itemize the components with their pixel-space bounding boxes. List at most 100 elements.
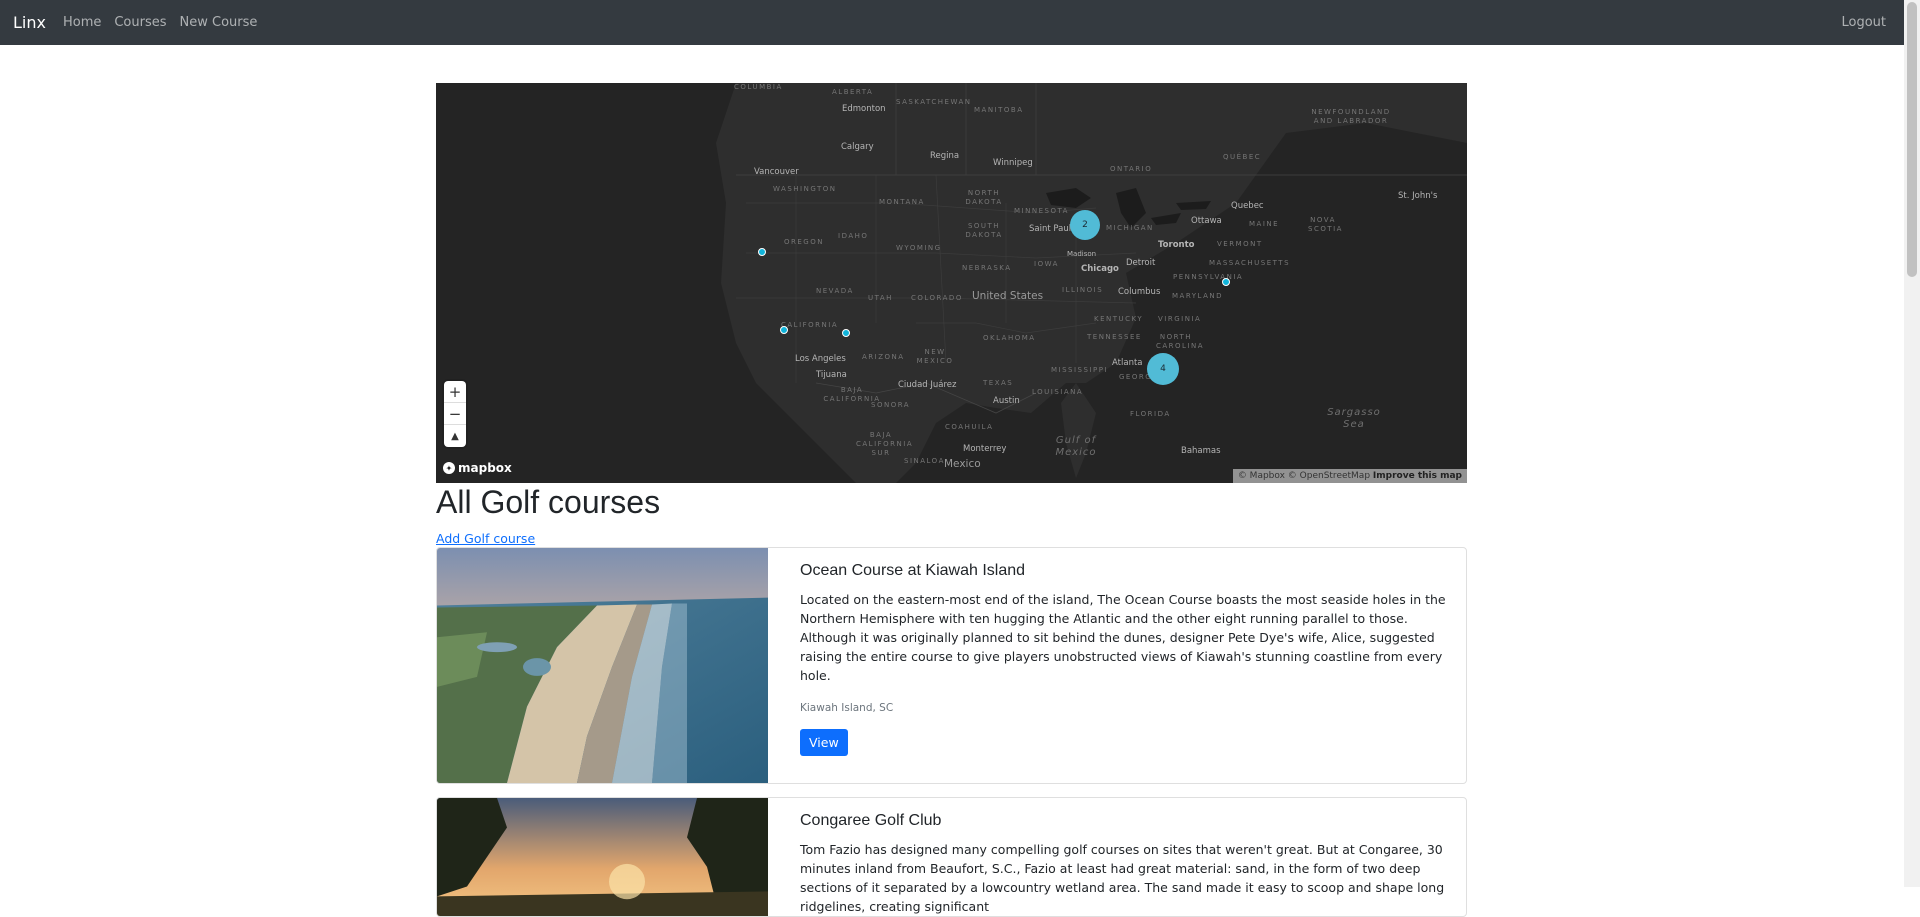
map-point-marker[interactable] (842, 329, 850, 337)
course-description: Tom Fazio has designed many compelling g… (800, 842, 1445, 914)
map-label: Mexico (944, 458, 981, 470)
map-label: IOWA (1034, 260, 1059, 268)
add-golf-course-link[interactable]: Add Golf course (436, 531, 535, 546)
map-label: VIRGINIA (1158, 315, 1202, 323)
map-label: ARIZONA (862, 353, 905, 361)
course-title: Ocean Course at Kiawah Island (800, 562, 1026, 579)
map-label: Monterrey (963, 444, 1007, 454)
map-label: Winnipeg (993, 158, 1033, 168)
course-card-body: Congaree Golf Club Tom Fazio has designe… (800, 812, 1448, 916)
map-label: Toronto (1158, 240, 1195, 250)
map-label: PENNSYLVANIA (1173, 273, 1244, 281)
map-label: NEVADA (816, 287, 854, 295)
improve-map-link[interactable]: Improve this map (1373, 471, 1462, 481)
map-label: COAHUILA (945, 423, 994, 431)
map-label: FLORIDA (1130, 410, 1171, 418)
map-label: SONORA (871, 401, 911, 409)
map-label: MARYLAND (1172, 292, 1223, 300)
map-label: United States (972, 290, 1044, 302)
map-label: Madison (1067, 250, 1097, 258)
page-title: All Golf courses (436, 484, 661, 520)
map-label: COLORADO (911, 294, 963, 302)
map-label: St. John's (1398, 191, 1438, 201)
compass-reset-button[interactable]: ▲ (444, 425, 466, 447)
map-label: Tijuana (816, 370, 847, 380)
map-label: Ottawa (1191, 216, 1222, 226)
map-label: MAINE (1249, 220, 1280, 228)
course-card-body: Ocean Course at Kiawah Island Located on… (800, 562, 1448, 756)
mapbox-logo-text: mapbox (458, 461, 512, 475)
mapbox-logo[interactable]: ✦ mapbox (443, 461, 512, 475)
course-description: Located on the eastern-most end of the i… (800, 592, 1446, 683)
map-label: MONTANA (879, 198, 925, 206)
map-label: BAJA CALIFORNIA SUR (856, 431, 914, 457)
map-label: Atlanta (1112, 358, 1143, 368)
scrollbar-thumb[interactable] (1907, 2, 1917, 277)
map-label: Chicago (1081, 264, 1119, 274)
map-label: NORTH CAROLINA (1156, 333, 1205, 350)
map-label: QUÉBEC (1223, 153, 1262, 161)
map-label: KENTUCKY (1094, 315, 1144, 323)
map-label: Bahamas (1181, 446, 1221, 456)
map-label: ILLINOIS (1062, 286, 1104, 294)
course-image (437, 548, 768, 783)
map-label: Los Angeles (795, 354, 846, 364)
course-card: Ocean Course at Kiawah Island Located on… (436, 547, 1467, 784)
course-title: Congaree Golf Club (800, 812, 942, 829)
map-label: Regina (930, 151, 960, 161)
map-label: Saint Paul (1029, 224, 1072, 234)
nav-home-link[interactable]: Home (63, 15, 101, 30)
navbar: Linx Home Courses New Course Logout (0, 0, 1904, 45)
map-cluster-marker[interactable]: 2 (1070, 210, 1100, 240)
map-label: ONTARIO (1110, 165, 1153, 173)
map-label: MASSACHUSETTS (1209, 259, 1291, 267)
map-navigation-control: + − ▲ (444, 381, 466, 447)
attribution-text[interactable]: © Mapbox © OpenStreetMap (1238, 471, 1370, 481)
nav-courses-link[interactable]: Courses (114, 15, 166, 30)
nav-new-course-link[interactable]: New Course (180, 15, 258, 30)
map-label: IDAHO (838, 232, 869, 240)
map-label: SINALOA (904, 457, 945, 465)
map-label: Edmonton (842, 104, 886, 114)
map-label: COLUMBIA (734, 83, 783, 91)
brand-link[interactable]: Linx (13, 13, 46, 32)
cluster-map[interactable]: COLUMBIA ALBERTA SASKATCHEWAN MANITOBA E… (436, 83, 1467, 483)
map-label: Calgary (841, 142, 874, 152)
map-label: NORTH DAKOTA (965, 189, 1003, 206)
page-scrollbar[interactable] (1904, 0, 1920, 887)
map-cluster-marker[interactable]: 4 (1147, 353, 1179, 385)
map-point-marker[interactable] (1222, 278, 1230, 286)
map-label: MANITOBA (974, 106, 1024, 114)
map-label: WASHINGTON (773, 185, 837, 193)
map-label: ALBERTA (832, 88, 874, 96)
map-label: Ciudad Juárez (898, 380, 957, 390)
course-location: Kiawah Island, SC (800, 702, 894, 714)
zoom-out-button[interactable]: − (444, 403, 466, 425)
map-label: NEWFOUNDLAND AND LABRADOR (1311, 108, 1391, 125)
map-label: MICHIGAN (1106, 224, 1154, 232)
map-label: TENNESSEE (1087, 333, 1142, 341)
map-attribution: © Mapbox © OpenStreetMap Improve this ma… (1232, 469, 1467, 483)
map-label: WYOMING (896, 244, 942, 252)
map-label: TEXAS (983, 379, 1014, 387)
map-label: MISSISSIPPI (1051, 366, 1109, 374)
course-card: Congaree Golf Club Tom Fazio has designe… (436, 797, 1467, 917)
map-label: SOUTH DAKOTA (965, 222, 1003, 239)
map-label: Quebec (1231, 201, 1264, 211)
view-course-button[interactable]: View (800, 729, 848, 756)
map-label: LOUISIANA (1032, 388, 1084, 396)
zoom-in-button[interactable]: + (444, 381, 466, 403)
map-label: OREGON (784, 238, 824, 246)
logout-link[interactable]: Logout (1841, 15, 1886, 30)
map-label: Vancouver (754, 167, 799, 177)
map-label: UTAH (868, 294, 893, 302)
map-label: NEBRASKA (962, 264, 1012, 272)
map-label: Detroit (1126, 258, 1156, 268)
map-point-marker[interactable] (780, 326, 788, 334)
map-label: Gulf of Mexico (1055, 435, 1097, 458)
map-label: VERMONT (1217, 240, 1263, 248)
map-label: MINNESOTA (1014, 207, 1069, 215)
map-point-marker[interactable] (758, 248, 766, 256)
map-label: Sargasso Sea (1327, 407, 1381, 430)
map-label: NOVA SCOTIA (1308, 216, 1343, 233)
